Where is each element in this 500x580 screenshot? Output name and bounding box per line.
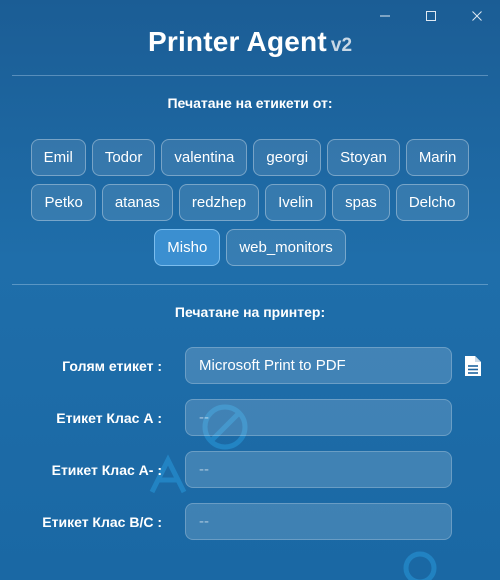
user-chip[interactable]: Delcho: [395, 184, 469, 221]
decor-glyph: [403, 551, 437, 580]
user-chip[interactable]: valentina: [161, 139, 248, 176]
printer-label: Етикет Клас А- :: [51, 461, 162, 478]
printer-row-class-a-minus: Етикет Клас А- : --: [0, 451, 500, 488]
printer-section-heading: Печатане на принтер:: [174, 304, 326, 320]
printer-row-class-a: Етикет Клас А : --: [0, 399, 500, 436]
user-chip-row: Misho web_monitors: [154, 229, 346, 266]
printer-label: Етикет Клас В/С :: [42, 513, 162, 530]
user-chip[interactable]: Stoyan: [327, 139, 400, 176]
divider: [12, 284, 488, 285]
user-chip[interactable]: Ivelin: [265, 184, 327, 221]
user-chip[interactable]: Todor: [91, 139, 156, 176]
app-name: Printer Agent: [147, 26, 327, 57]
document-icon[interactable]: [463, 355, 483, 377]
printer-label: Голям етикет :: [62, 357, 162, 374]
user-chip[interactable]: Marin: [405, 139, 470, 176]
close-icon: [472, 11, 482, 21]
maximize-icon: [426, 11, 436, 21]
user-chip-row: Petko atanas redzhep Ivelin spas Delcho: [31, 184, 469, 221]
user-chip[interactable]: spas: [332, 184, 390, 221]
app-version: v2: [330, 35, 353, 56]
printer-select-class-a[interactable]: --: [185, 399, 452, 436]
user-chip[interactable]: Misho: [154, 229, 221, 266]
printer-select-class-bc[interactable]: --: [185, 503, 452, 540]
printer-select-class-a-minus[interactable]: --: [185, 451, 452, 488]
user-chip[interactable]: atanas: [101, 184, 173, 221]
user-chip[interactable]: web_monitors: [226, 229, 346, 266]
user-chip[interactable]: Petko: [31, 184, 96, 221]
printer-select-large[interactable]: Microsoft Print to PDF: [185, 347, 452, 384]
app-window: Printer Agent v2 Печатане на етикети от: …: [0, 0, 500, 580]
user-chip-row: Emil Todor valentina georgi Stoyan Marin: [30, 139, 470, 176]
printer-row-class-bc: Етикет Клас В/С : --: [0, 503, 500, 540]
user-chip[interactable]: redzhep: [178, 184, 260, 221]
printer-row-large-label: Голям етикет : Microsoft Print to PDF: [0, 347, 500, 384]
minimize-icon: [380, 15, 390, 17]
app-title: Printer Agent v2: [0, 26, 500, 58]
user-chip[interactable]: Emil: [30, 139, 86, 176]
divider: [12, 75, 488, 76]
labels-section-heading: Печатане на етикети от:: [167, 95, 333, 111]
user-chip-group: Emil Todor valentina georgi Stoyan Marin Petko…: [0, 139, 500, 266]
user-chip[interactable]: georgi: [253, 139, 322, 176]
printer-label: Етикет Клас А :: [56, 409, 162, 426]
